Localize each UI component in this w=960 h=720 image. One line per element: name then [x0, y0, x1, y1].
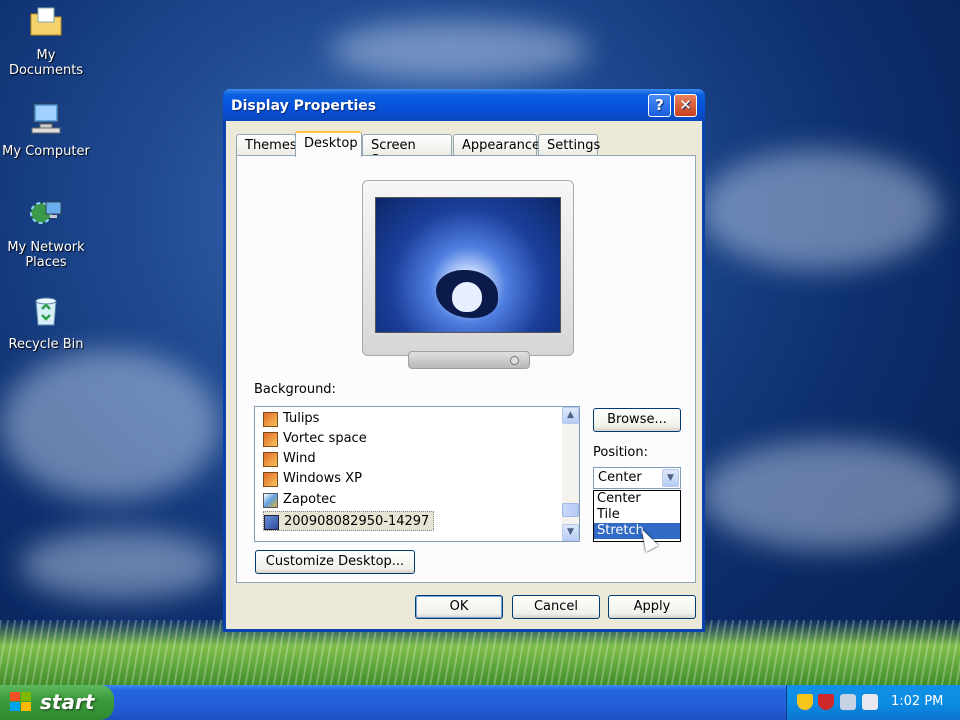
dialog-title: Display Properties	[231, 98, 377, 114]
help-button[interactable]: ?	[648, 94, 671, 117]
start-label: start	[40, 690, 95, 714]
paint-brush-icon	[263, 493, 278, 508]
desktop-tab-panel: Background: Tulips Vortec space Wind Win…	[236, 155, 696, 583]
background-listbox[interactable]: Tulips Vortec space Wind Windows XP Zapo…	[254, 406, 580, 542]
monitor-preview	[362, 180, 574, 369]
desktop-icon-my-documents[interactable]: My Documents	[0, 4, 94, 78]
start-button[interactable]: start	[0, 685, 114, 720]
display-properties-dialog: Display Properties ? ✕ Themes Desktop Sc…	[223, 89, 705, 632]
close-icon: ✕	[679, 96, 692, 114]
position-select[interactable]: Center ▼	[593, 467, 681, 489]
bitmap-file-icon	[264, 515, 279, 530]
scroll-up-button[interactable]: ▲	[562, 407, 579, 424]
scroll-thumb[interactable]	[562, 503, 579, 517]
cancel-button[interactable]: Cancel	[512, 595, 600, 619]
taskbar: start 1:02 PM	[0, 685, 960, 720]
tab-desktop[interactable]: Desktop	[295, 131, 362, 157]
desktop-icon-label: Recycle Bin	[8, 337, 84, 352]
clock[interactable]: 1:02 PM	[891, 694, 943, 709]
list-item[interactable]: Wind	[263, 449, 320, 469]
position-label: Position:	[593, 445, 648, 460]
desktop-icon-recycle-bin[interactable]: Recycle Bin	[0, 293, 94, 352]
tab-themes[interactable]: Themes	[236, 134, 297, 156]
chevron-down-icon[interactable]: ▼	[662, 469, 679, 487]
network-globe-icon	[30, 201, 62, 224]
tab-settings[interactable]: Settings	[538, 134, 600, 156]
list-item[interactable]: Vortec space	[263, 429, 371, 449]
volume-icon[interactable]	[840, 694, 856, 710]
desktop-icon-label: My Documents	[8, 48, 84, 78]
position-selected-value: Center	[598, 470, 642, 485]
tab-screen-saver[interactable]: Screen Saver	[362, 134, 452, 168]
list-item[interactable]: Windows XP	[263, 469, 366, 489]
wallpaper-preview	[375, 197, 561, 333]
list-item-selected[interactable]: 200908082950-14297	[263, 511, 435, 531]
image-file-icon	[263, 432, 278, 447]
power-led-icon	[510, 356, 519, 365]
tab-appearance[interactable]: Appearance	[453, 134, 540, 156]
recycle-bin-icon	[35, 297, 57, 326]
apple-logo-graphic	[452, 282, 482, 312]
windows-flag-icon	[10, 692, 32, 712]
desktop-icon-label: My Computer	[2, 144, 90, 159]
desktop-icon-label: My Network Places	[7, 240, 85, 270]
security-shield-icon[interactable]	[797, 694, 813, 710]
background-label: Background:	[254, 382, 336, 397]
close-button[interactable]: ✕	[674, 94, 697, 117]
computer-icon	[31, 103, 61, 134]
security-alert-icon[interactable]	[818, 694, 834, 710]
monitor-stand	[408, 351, 530, 369]
image-file-icon	[263, 412, 278, 427]
position-option-tile[interactable]: Tile	[594, 507, 680, 523]
customize-desktop-button[interactable]: Customize Desktop...	[255, 550, 415, 574]
scroll-down-button[interactable]: ▼	[562, 524, 579, 541]
desktop-icon-my-computer[interactable]: My Computer	[0, 100, 94, 159]
ok-button[interactable]: OK	[415, 595, 503, 619]
apply-button[interactable]: Apply	[608, 595, 696, 619]
dialog-titlebar[interactable]: Display Properties ? ✕	[223, 89, 705, 121]
network-connection-icon[interactable]	[862, 694, 878, 710]
desktop-icon-my-network-places[interactable]: My Network Places	[0, 196, 94, 270]
browse-button[interactable]: Browse...	[593, 408, 681, 432]
listbox-scrollbar[interactable]: ▲ ▼	[562, 407, 579, 541]
list-item[interactable]: Zapotec	[263, 490, 340, 510]
system-tray: 1:02 PM	[786, 685, 960, 720]
folder-documents-icon	[30, 7, 62, 36]
list-item[interactable]: Tulips	[263, 409, 323, 429]
image-file-icon	[263, 452, 278, 467]
position-option-center[interactable]: Center	[594, 491, 680, 507]
help-icon: ?	[655, 96, 664, 114]
image-file-icon	[263, 472, 278, 487]
